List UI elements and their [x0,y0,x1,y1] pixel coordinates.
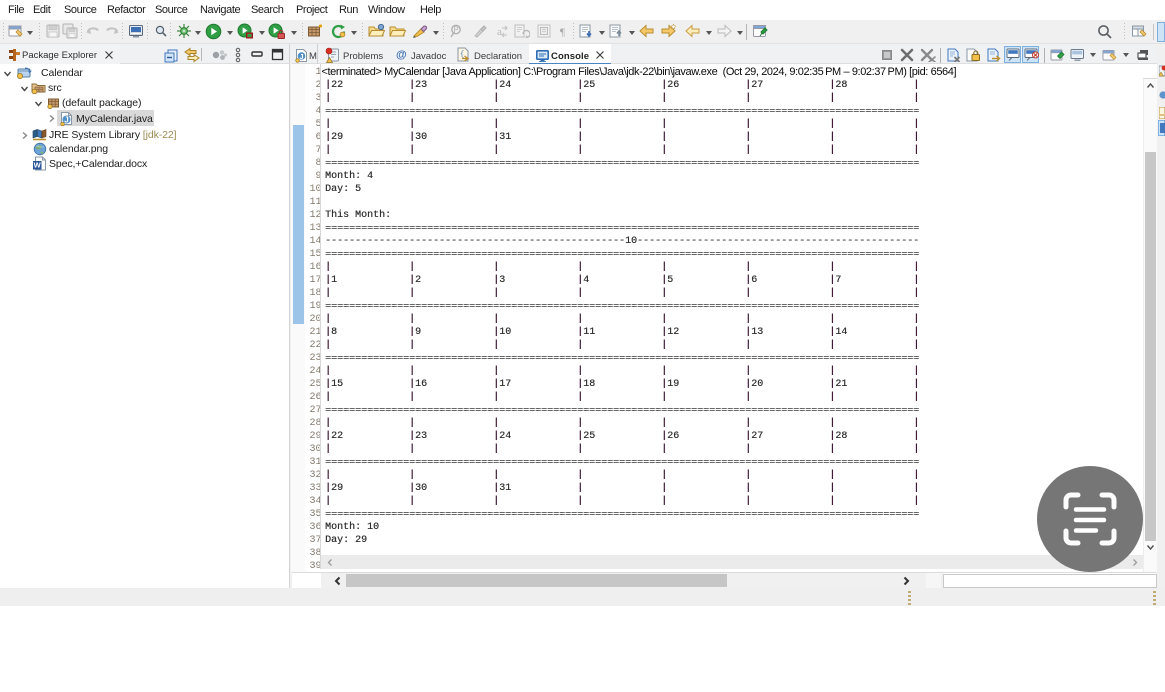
svg-text:a: a [497,26,502,38]
svg-text:J: J [299,52,303,61]
svg-text:J: J [64,115,68,124]
svg-text:{: { [460,51,464,59]
svg-text:W: W [34,161,42,170]
svg-text:¶: ¶ [560,27,565,39]
svg-text:P: P [453,25,458,34]
